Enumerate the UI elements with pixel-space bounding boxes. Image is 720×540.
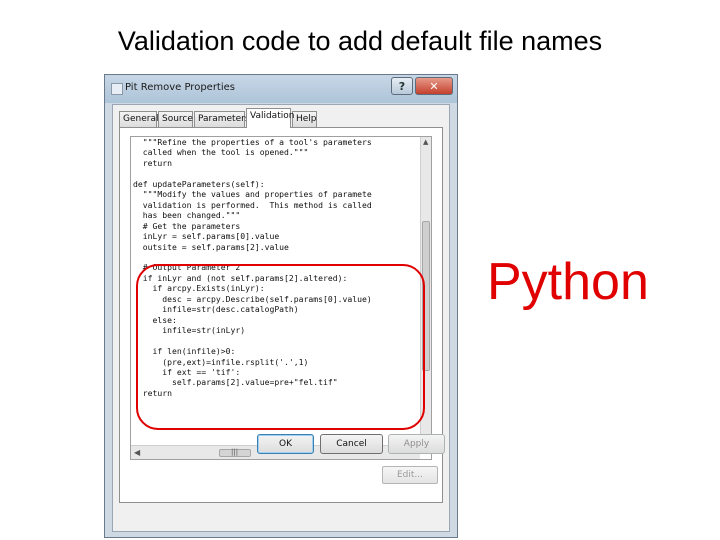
- edit-button[interactable]: Edit...: [382, 466, 438, 484]
- dialog-title: Pit Remove Properties: [125, 82, 235, 93]
- ok-button[interactable]: OK: [257, 434, 314, 454]
- window-icon: [111, 83, 123, 95]
- tab-parameters[interactable]: Parameters: [194, 111, 250, 127]
- help-button[interactable]: ?: [391, 77, 413, 95]
- close-icon[interactable]: ✕: [415, 77, 453, 95]
- tab-help[interactable]: Help: [292, 111, 317, 127]
- scroll-up-icon[interactable]: ▲: [423, 139, 428, 146]
- scroll-left-icon[interactable]: ◀: [134, 448, 140, 457]
- tab-validation[interactable]: Validation: [246, 108, 294, 128]
- dialog-titlebar[interactable]: Pit Remove Properties ? ✕: [105, 75, 457, 103]
- apply-button[interactable]: Apply: [388, 434, 445, 454]
- highlight-box: [136, 264, 425, 430]
- tab-general[interactable]: General: [119, 111, 158, 127]
- slide-title: Validation code to add default file name…: [117, 26, 603, 56]
- tab-source[interactable]: Source: [158, 111, 193, 127]
- cancel-button[interactable]: Cancel: [320, 434, 383, 454]
- scroll-grip-icon: |||: [231, 448, 239, 456]
- python-annotation: Python: [487, 253, 649, 311]
